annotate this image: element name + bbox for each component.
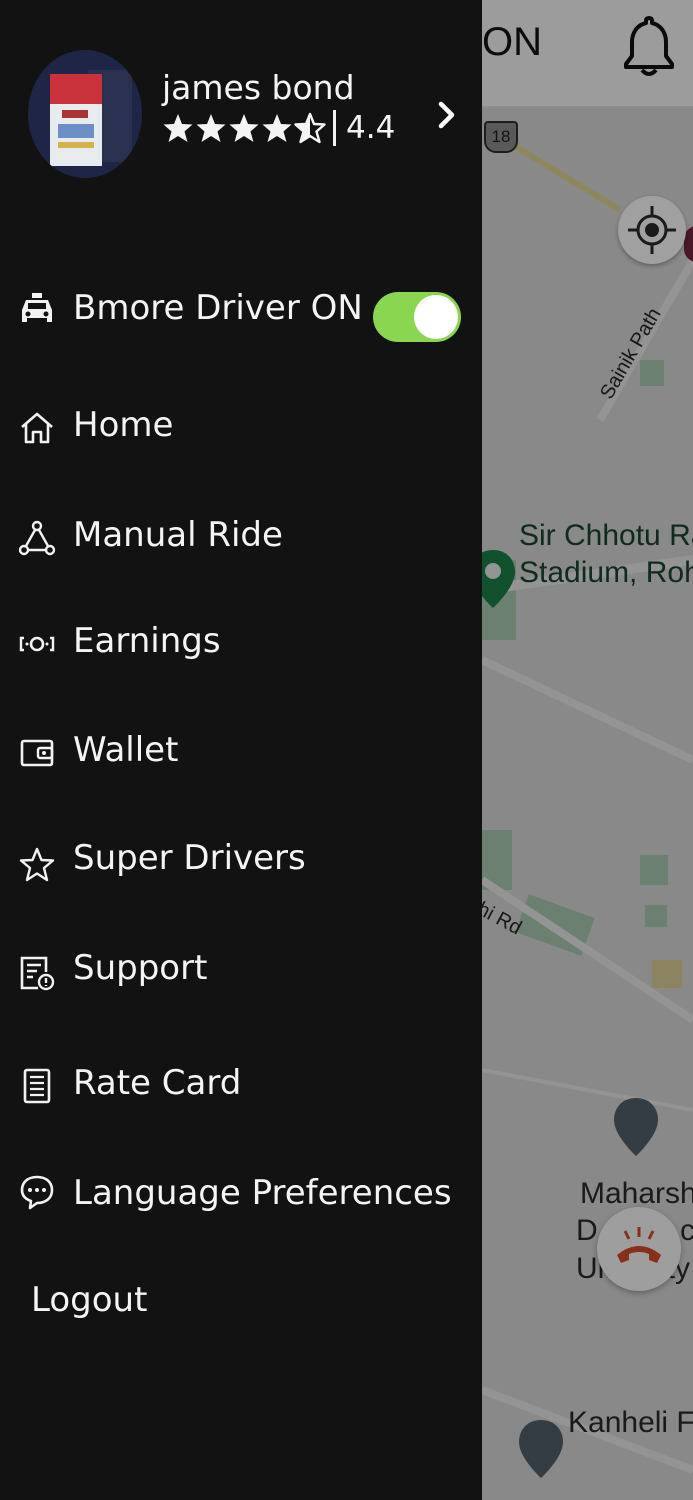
avatar-image: [28, 50, 142, 178]
logout-button[interactable]: Logout: [31, 1280, 147, 1320]
navigation-drawer: james bond 4.4 Bmore Driver ON Home Manu…: [0, 0, 482, 1500]
profile-header[interactable]: james bond 4.4: [0, 0, 482, 220]
toggle-knob: [414, 295, 458, 339]
user-name: james bond: [162, 68, 355, 107]
menu-item-label: Rate Card: [73, 1063, 242, 1103]
menu-item-super-drivers[interactable]: Super Drivers: [0, 820, 482, 900]
star-filled-icon: [229, 114, 259, 142]
end-call-button[interactable]: [597, 1207, 681, 1291]
star-half-icon: [294, 112, 326, 144]
menu-item-label: Support: [73, 948, 208, 988]
driver-rating: 4.4: [162, 106, 395, 150]
star-filled-icon: [196, 114, 226, 142]
my-location-icon: [628, 206, 676, 254]
rate-card-icon: [23, 1068, 51, 1104]
menu-item-label: Manual Ride: [73, 515, 283, 555]
my-location-button[interactable]: [618, 196, 686, 264]
earnings-icon: [19, 636, 55, 652]
network-icon: [18, 520, 56, 556]
star-filled-icon: [262, 114, 292, 142]
menu-item-wallet[interactable]: Wallet: [0, 712, 482, 792]
rating-stars: [162, 112, 327, 144]
star-filled-icon: [163, 114, 193, 142]
driver-status-label: Bmore Driver ON: [73, 288, 363, 328]
wallet-icon: [20, 739, 54, 767]
driver-status-row[interactable]: Bmore Driver ON: [0, 270, 482, 350]
notification-bell-icon[interactable]: [622, 14, 676, 78]
menu-item-home[interactable]: Home: [0, 387, 482, 467]
star-icon: [19, 847, 55, 882]
taxi-icon: [22, 293, 52, 322]
chevron-right-icon[interactable]: [432, 98, 462, 132]
driver-status-text: ON: [482, 20, 542, 64]
menu-item-label: Earnings: [73, 621, 221, 661]
menu-item-language-preferences[interactable]: Language Preferences: [0, 1155, 482, 1235]
home-icon: [21, 412, 53, 444]
driver-online-toggle[interactable]: [373, 292, 461, 342]
menu-item-earnings[interactable]: Earnings: [0, 603, 482, 683]
support-icon: [20, 956, 55, 991]
menu-item-rate-card[interactable]: Rate Card: [0, 1045, 482, 1125]
end-call-icon: [617, 1227, 661, 1263]
menu-item-label: Wallet: [73, 730, 179, 770]
menu-item-label: Super Drivers: [73, 838, 306, 878]
menu-item-label: Language Preferences: [73, 1173, 452, 1213]
rating-value: 4.4: [346, 110, 396, 146]
menu-item-label: Home: [73, 405, 174, 445]
rating-divider: [333, 110, 336, 146]
chat-icon: [20, 1175, 54, 1210]
menu-item-support[interactable]: Support: [0, 930, 482, 1010]
avatar[interactable]: [28, 50, 142, 178]
menu-item-manual-ride[interactable]: Manual Ride: [0, 497, 482, 577]
